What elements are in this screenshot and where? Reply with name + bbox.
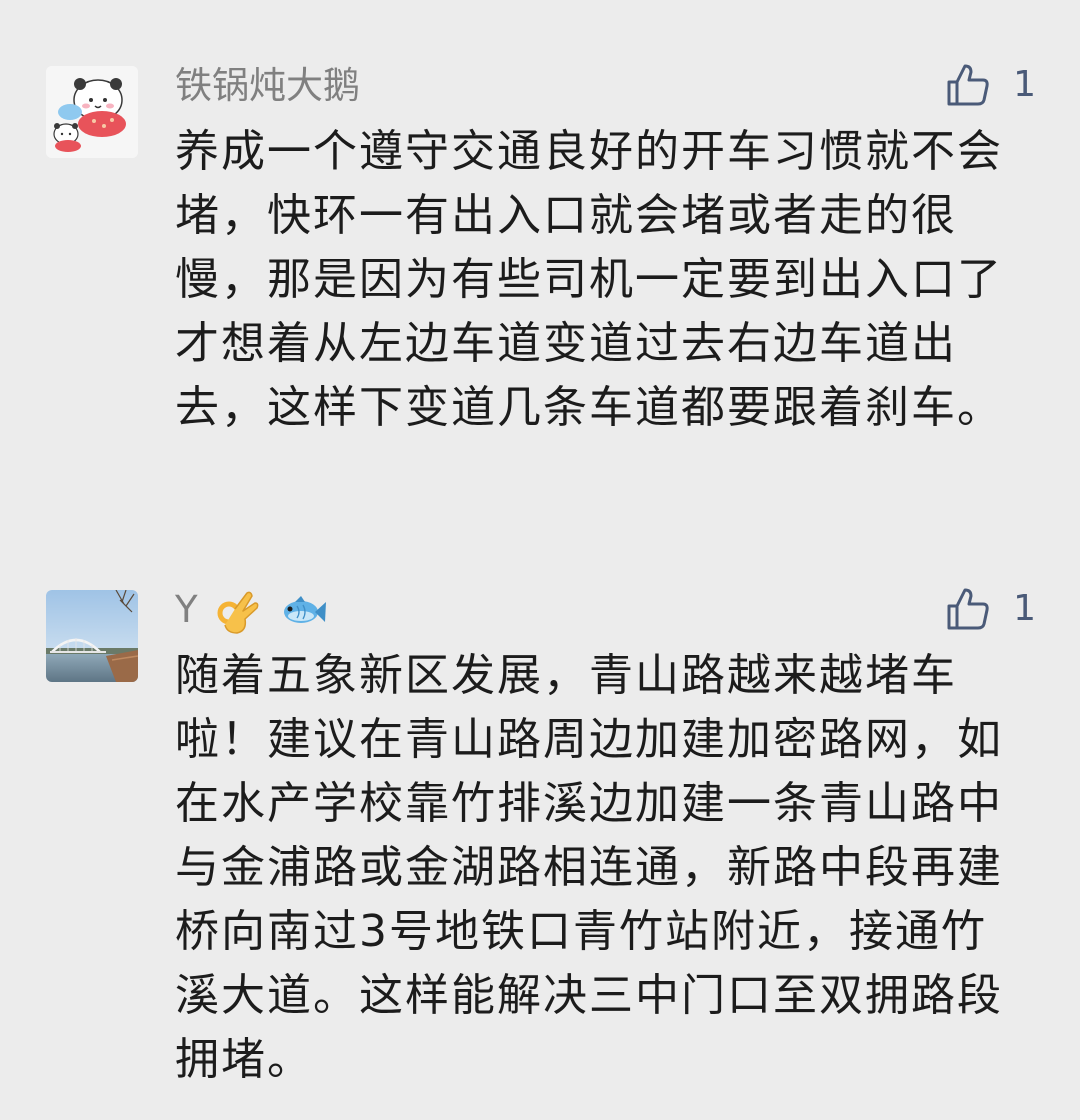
avatar[interactable] bbox=[46, 66, 138, 158]
fish-emoji bbox=[284, 595, 327, 623]
like-button[interactable]: 1 bbox=[945, 60, 1036, 110]
ok-hand-emoji bbox=[217, 591, 259, 634]
username[interactable]: Y bbox=[175, 588, 327, 635]
comment-item: 铁锅炖大鹅 1 养成一个遵守交通良好的开车习惯就不会堵，快环一有出入口就会堵或者… bbox=[0, 0, 1080, 540]
username-text: Y bbox=[175, 588, 198, 631]
username[interactable]: 铁锅炖大鹅 bbox=[175, 64, 360, 108]
comment-text: 随着五象新区发展，青山路越来越堵车啦！建议在青山路周边加建加密路网，如在水产学校… bbox=[175, 650, 1003, 1085]
username-text: 铁锅炖大鹅 bbox=[175, 64, 360, 107]
comment-text: 养成一个遵守交通良好的开车习惯就不会堵，快环一有出入口就会堵或者走的很慢，那是因… bbox=[175, 126, 1003, 433]
comment-item: Y 1 随着五象新区发展，青山路越来越堵车啦！建议在青山路周边加建加密路网，如在… bbox=[0, 540, 1080, 1120]
like-count: 1 bbox=[1013, 64, 1036, 105]
bridge-photo-avatar-icon bbox=[46, 590, 138, 682]
thumbs-up-icon bbox=[947, 588, 989, 630]
avatar[interactable] bbox=[46, 590, 138, 682]
like-count: 1 bbox=[1013, 588, 1036, 629]
like-button[interactable]: 1 bbox=[945, 584, 1036, 634]
thumbs-up-icon bbox=[947, 64, 989, 106]
cartoon-bear-avatar-icon bbox=[46, 66, 138, 158]
